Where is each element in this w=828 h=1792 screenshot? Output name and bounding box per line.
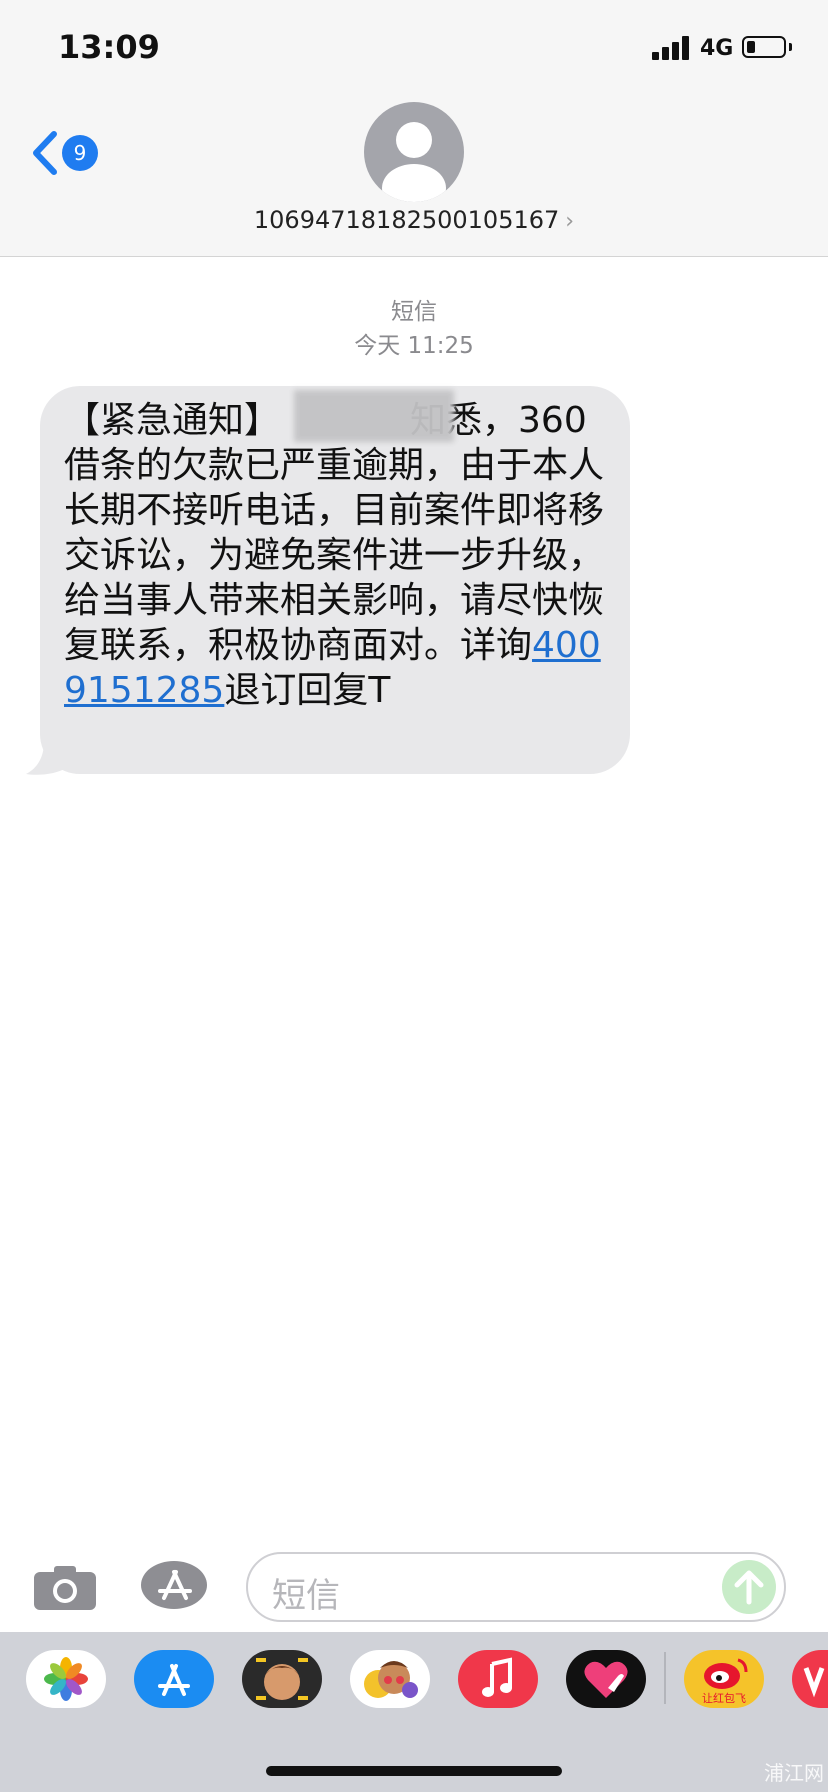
incoming-message-bubble[interactable]: 【紧急通知】 知悉，360借条的欠款已严重逾期，由于本人长期不接听电话，目前案件即… <box>40 386 630 774</box>
conversation-header: 9 10694718182500105167 › <box>0 96 828 257</box>
home-indicator[interactable] <box>266 1766 562 1776</box>
app-store-icon[interactable] <box>140 1560 210 1610</box>
watermark: 浦江网 <box>764 1761 824 1785</box>
unread-count-badge: 9 <box>62 135 98 171</box>
contact-number: 10694718182500105167 <box>253 206 560 234</box>
partial-app-icon[interactable] <box>792 1650 828 1708</box>
message-text-footer: 退订回复T <box>224 670 391 711</box>
contact-name-row[interactable]: 10694718182500105167 › <box>0 206 828 234</box>
status-time: 13:09 <box>58 28 160 66</box>
weibo-app-icon[interactable]: 让红包飞 <box>684 1650 764 1708</box>
back-button[interactable]: 9 <box>30 130 110 180</box>
battery-cap <box>789 43 792 51</box>
message-composer: 短信 <box>0 1540 828 1632</box>
photos-app-icon[interactable] <box>26 1650 106 1708</box>
music-app-icon[interactable] <box>458 1650 538 1708</box>
status-bar: 13:09 4G <box>0 0 828 96</box>
contact-avatar[interactable] <box>364 102 464 202</box>
battery-icon <box>742 36 786 58</box>
arrow-up-icon <box>734 1570 764 1605</box>
person-icon <box>382 122 446 202</box>
animoji-app-icon[interactable] <box>350 1650 430 1708</box>
tray-divider <box>664 1652 666 1704</box>
message-text-heading: 【紧急通知】 <box>64 400 281 441</box>
chevron-right-icon: › <box>565 209 575 234</box>
message-input[interactable]: 短信 <box>246 1552 786 1622</box>
service-label: 短信 <box>391 299 437 325</box>
chevron-left-icon <box>33 131 57 175</box>
message-body: 【紧急通知】 知悉，360借条的欠款已严重逾期，由于本人长期不接听电话，目前案件即… <box>64 390 620 713</box>
redacted-region <box>294 390 454 442</box>
camera-icon[interactable] <box>34 1564 96 1610</box>
message-input-placeholder: 短信 <box>272 1576 340 1616</box>
send-button[interactable] <box>722 1560 776 1614</box>
memoji-app-icon[interactable] <box>242 1650 322 1708</box>
digital-touch-app-icon[interactable] <box>566 1650 646 1708</box>
app-store-app-icon[interactable] <box>134 1650 214 1708</box>
signal-strength-icon <box>652 36 692 60</box>
message-timestamp: 今天 11:25 <box>354 333 474 359</box>
weibo-app-label: 让红包飞 <box>702 1692 746 1705</box>
network-type: 4G <box>700 36 734 61</box>
